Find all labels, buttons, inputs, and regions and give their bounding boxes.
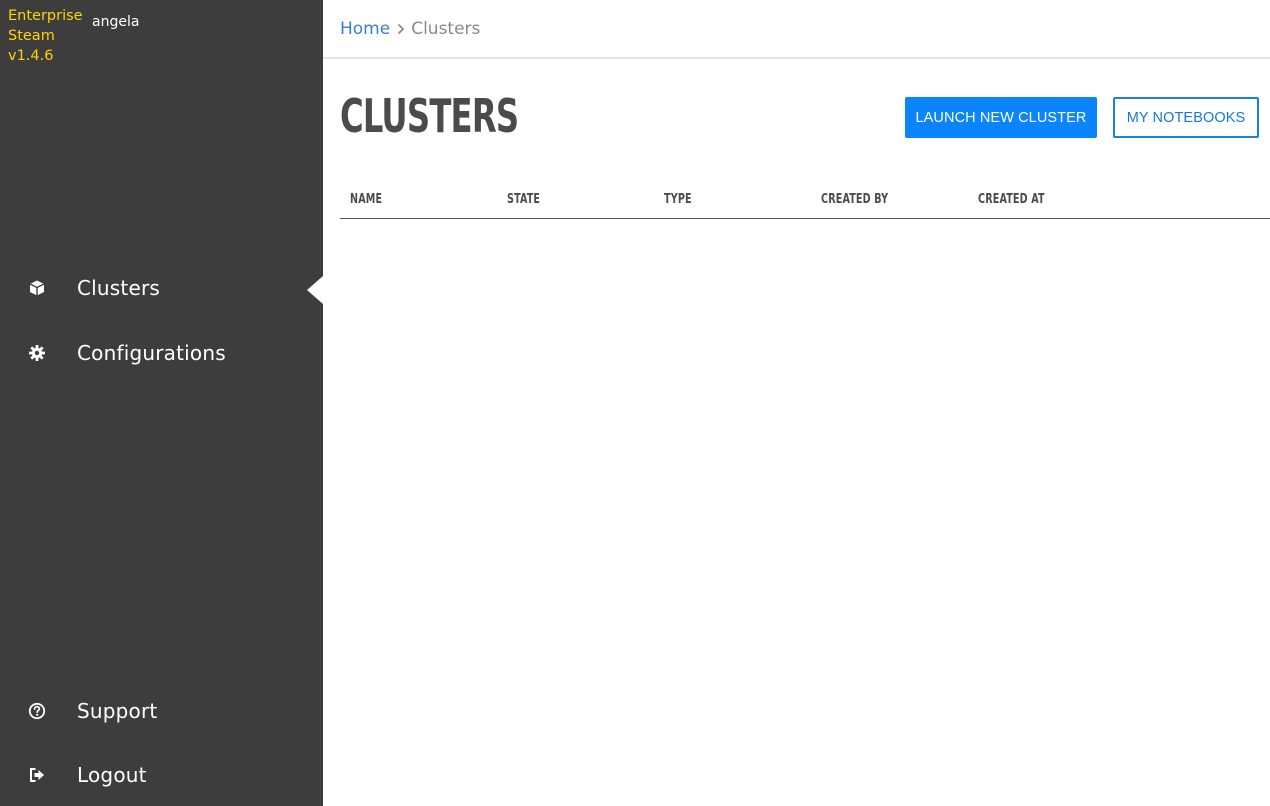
launch-new-cluster-button[interactable]: LAUNCH NEW CLUSTER (905, 97, 1097, 138)
active-indicator (307, 276, 323, 304)
breadcrumb-current: Clusters (411, 19, 481, 39)
clusters-table: NAME STATE TYPE CREATED BY CREATED AT (340, 186, 1270, 219)
sidebar-item-label: Configurations (77, 341, 226, 365)
sidebar-item-label: Support (77, 699, 158, 723)
brand-logo[interactable]: Enterprise Steam v1.4.6 (8, 6, 84, 66)
page-title: CLUSTERS (340, 89, 519, 143)
sidebar-item-configurations[interactable]: Configurations (0, 331, 323, 375)
column-header-created-at[interactable]: CREATED AT (978, 192, 1045, 207)
sidebar: Enterprise Steam v1.4.6 angela Clusters (0, 0, 323, 806)
sidebar-item-label: Clusters (77, 276, 161, 300)
brand-version: v1.4.6 (8, 48, 54, 64)
sidebar-item-support[interactable]: Support (0, 689, 323, 733)
column-header-state[interactable]: STATE (507, 192, 540, 207)
username: angela (92, 14, 140, 30)
my-notebooks-button[interactable]: MY NOTEBOOKS (1113, 97, 1259, 138)
breadcrumb: Home Clusters (340, 18, 480, 40)
brand-name-line2: Steam (8, 28, 55, 44)
column-header-type[interactable]: TYPE (664, 192, 692, 207)
column-header-name[interactable]: NAME (350, 192, 382, 207)
logout-icon (28, 766, 46, 784)
chevron-right-icon (397, 23, 405, 35)
help-circle-icon (28, 702, 46, 720)
breadcrumb-home-link[interactable]: Home (340, 18, 390, 40)
brand-name-line1: Enterprise (8, 8, 83, 24)
sidebar-item-logout[interactable]: Logout (0, 753, 323, 797)
sidebar-item-clusters[interactable]: Clusters (0, 266, 323, 310)
main-content: Home Clusters CLUSTERS LAUNCH NEW CLUSTE… (323, 0, 1270, 806)
cube-icon (28, 279, 46, 297)
gear-icon (28, 344, 46, 362)
sidebar-item-label: Logout (77, 763, 147, 787)
table-header: NAME STATE TYPE CREATED BY CREATED AT (340, 186, 1270, 219)
header-divider (323, 57, 1270, 59)
column-header-created-by[interactable]: CREATED BY (821, 192, 888, 207)
